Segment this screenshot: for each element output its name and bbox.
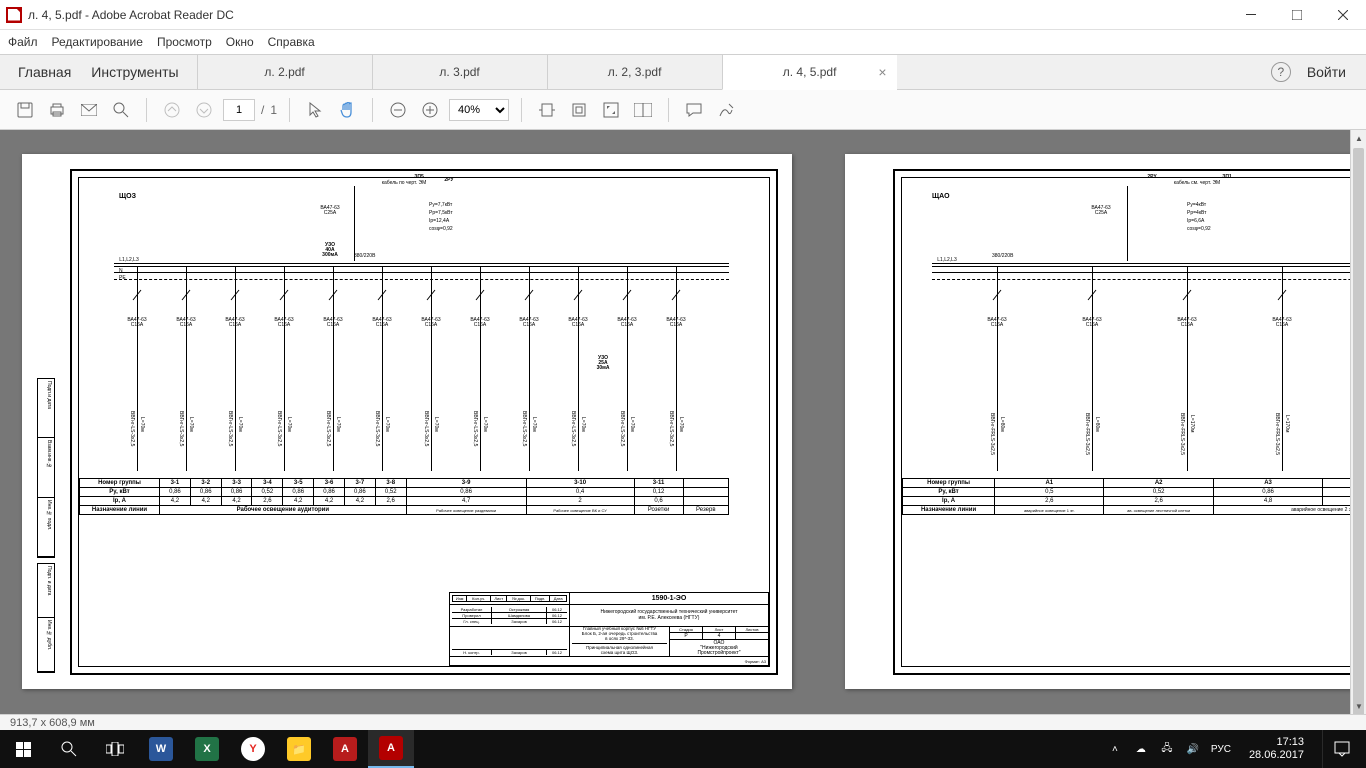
menu-view[interactable]: Просмотр [157,35,212,49]
title-block: ИзмКол.уч.Лист№ док.Подп.Дата 1590-1-ЭО … [449,592,769,666]
menubar: Файл Редактирование Просмотр Окно Справк… [0,30,1366,54]
page-up-icon[interactable] [159,97,185,123]
side-stamp: Подп.и датаВзам.инв.№Инв.№ подл. [37,378,55,558]
app-explorer[interactable]: 📁 [276,730,322,768]
tray-chevron-icon[interactable]: ˄ [1107,741,1123,757]
search-taskbar-icon[interactable] [46,730,92,768]
toolbar: / 1 40% [0,90,1366,130]
taskview-icon[interactable] [92,730,138,768]
page-dimensions: 913,7 x 608,9 мм [10,717,95,729]
comment-icon[interactable] [681,97,707,123]
hand-tool-icon[interactable] [334,97,360,123]
zoom-out-icon[interactable] [385,97,411,123]
doc-tab-2[interactable]: л. 3.pdf [372,55,547,89]
tray-volume-icon[interactable]: 🔊 [1185,741,1201,757]
separator [521,98,522,122]
taskbar: W X Y 📁 A A ˄ ☁ 🖧 🔊 РУС 17:13 28.06.2017 [0,730,1366,768]
clock[interactable]: 17:13 28.06.2017 [1241,736,1312,762]
fit-page-icon[interactable] [566,97,592,123]
tab-tools[interactable]: Инструменты [91,64,178,80]
help-icon[interactable]: ? [1271,62,1291,82]
pdf-page-1: ЗП5 кабель по черт. ЭМ 2РУ ЩОЗ ВА47-63 С… [22,154,792,689]
tray-network-icon[interactable]: 🖧 [1159,741,1175,757]
page-down-icon[interactable] [191,97,217,123]
start-button[interactable] [0,730,46,768]
tray-language[interactable]: РУС [1211,744,1231,755]
pointer-tool-icon[interactable] [302,97,328,123]
menu-file[interactable]: Файл [8,35,38,49]
page-number-input[interactable] [223,99,255,121]
drawing-frame-2: 2РУ кабель см. черт. ЭМ ЗП1 ЩАО ВА47-63 … [893,169,1350,675]
maximize-button[interactable] [1274,0,1320,30]
doc-tab-3[interactable]: л. 2, 3.pdf [547,55,722,89]
pdf-page-2: 2РУ кабель см. черт. ЭМ ЗП1 ЩАО ВА47-63 … [845,154,1350,689]
vertical-scrollbar[interactable]: ▲ ▼ [1350,130,1366,714]
page-separator: / [261,103,264,117]
tray-onedrive-icon[interactable]: ☁ [1133,741,1149,757]
separator [289,98,290,122]
window-title: л. 4, 5.pdf - Adobe Acrobat Reader DC [28,8,1228,22]
app-yandex[interactable]: Y [230,730,276,768]
separator [146,98,147,122]
tabstrip: Главная Инструменты л. 2.pdf л. 3.pdf л.… [0,54,1366,90]
close-button[interactable] [1320,0,1366,30]
app-acrobat[interactable]: A [368,730,414,768]
page-total: 1 [270,103,277,117]
login-button[interactable]: Войти [1307,64,1346,80]
scroll-down-icon[interactable]: ▼ [1351,698,1366,714]
app-autocad[interactable]: A [322,730,368,768]
app-excel[interactable]: X [184,730,230,768]
menu-edit[interactable]: Редактирование [52,35,143,49]
close-tab-icon[interactable]: × [878,64,886,80]
tab-home[interactable]: Главная [18,64,71,80]
menu-help[interactable]: Справка [268,35,315,49]
sign-icon[interactable] [713,97,739,123]
doc-tab-4[interactable]: л. 4, 5.pdf× [722,55,897,90]
drawing-frame: ЗП5 кабель по черт. ЭМ 2РУ ЩОЗ ВА47-63 С… [70,169,778,675]
separator [668,98,669,122]
app-word[interactable]: W [138,730,184,768]
email-icon[interactable] [76,97,102,123]
scroll-up-icon[interactable]: ▲ [1351,130,1366,146]
notifications-icon[interactable] [1322,730,1360,768]
print-icon[interactable] [44,97,70,123]
side-stamp-2: Подп. и датаИнв.№ дубл. [37,563,55,673]
read-mode-icon[interactable] [630,97,656,123]
save-icon[interactable] [12,97,38,123]
fullscreen-icon[interactable] [598,97,624,123]
menu-window[interactable]: Окно [226,35,254,49]
statusbar: 913,7 x 608,9 мм [0,714,1366,730]
minimize-button[interactable] [1228,0,1274,30]
app-icon [6,7,22,23]
search-icon[interactable] [108,97,134,123]
system-tray: ˄ ☁ 🖧 🔊 РУС 17:13 28.06.2017 [1101,730,1366,768]
document-viewport[interactable]: ЗП5 кабель по черт. ЭМ 2РУ ЩОЗ ВА47-63 С… [0,130,1350,714]
titlebar: л. 4, 5.pdf - Adobe Acrobat Reader DC [0,0,1366,30]
zoom-in-icon[interactable] [417,97,443,123]
separator [372,98,373,122]
fit-width-icon[interactable] [534,97,560,123]
zoom-select[interactable]: 40% [449,99,509,121]
doc-tab-1[interactable]: л. 2.pdf [197,55,372,89]
